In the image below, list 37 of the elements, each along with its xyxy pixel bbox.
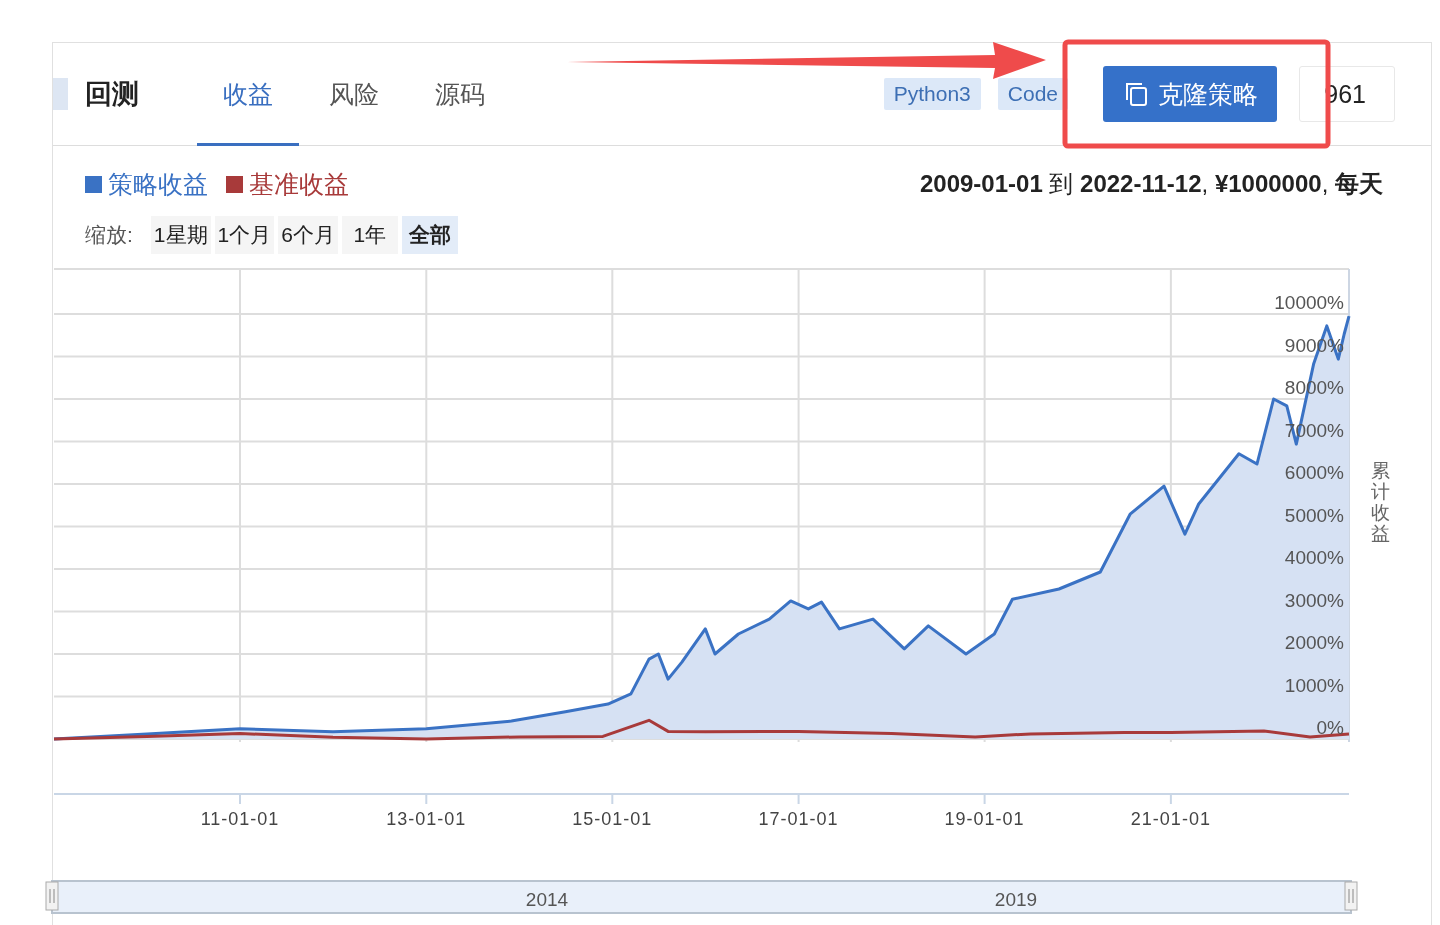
legend-item[interactable]: 基准收益 [226, 167, 349, 201]
y-tick-label: 6000% [1284, 462, 1344, 483]
legend-item[interactable]: 策略收益 [85, 167, 208, 201]
x-tick-label: 15-01-01 [572, 809, 653, 829]
x-tick-label: 17-01-01 [758, 809, 839, 829]
navigator-handle[interactable] [1344, 881, 1358, 911]
zoom-button[interactable]: 1个月 [214, 216, 275, 254]
x-tick-label: 21-01-01 [1130, 809, 1211, 829]
tab[interactable]: 风险 [303, 42, 405, 146]
tab[interactable]: 源码 [409, 42, 511, 146]
zoom-button[interactable]: 1年 [341, 216, 398, 254]
legend-label: 策略收益 [108, 168, 208, 200]
zoom-button[interactable]: 6个月 [278, 216, 338, 254]
backtest-summary: 2009-01-01 到 2022-11-12, ¥1000000, 每天 [919, 169, 1383, 199]
y-tick-label: 4000% [1284, 547, 1344, 568]
range-navigator[interactable] [51, 880, 1352, 914]
page-title: 回测 [85, 78, 139, 111]
zoom-button[interactable]: 全部 [401, 216, 458, 254]
y-tick-label: 1000% [1284, 674, 1344, 696]
y-tick-label: 10000% [1274, 292, 1344, 313]
legend-label: 基准收益 [249, 168, 349, 200]
y-axis-title: 累计收益 [1371, 459, 1390, 544]
y-tick-label: 0% [1316, 717, 1344, 738]
x-tick-label: 19-01-01 [944, 809, 1025, 829]
zoom-button[interactable]: 1星期 [150, 216, 211, 254]
y-tick-label: 2000% [1284, 632, 1344, 653]
y-tick-label: 3000% [1284, 589, 1344, 611]
language-tag: Python3 [883, 78, 981, 110]
navigator-label: 2019 [994, 889, 1038, 910]
navigator-handle[interactable] [45, 881, 59, 911]
navigator-label: 2014 [525, 889, 569, 910]
y-tick-label: 5000% [1284, 504, 1344, 526]
zoom-label: 缩放: [85, 222, 133, 248]
clone-button[interactable]: 克隆策略 [1103, 66, 1277, 122]
x-tick-label: 13-01-01 [386, 809, 467, 829]
x-tick-label: 11-01-01 [200, 809, 280, 829]
tab[interactable]: 收益 [197, 42, 299, 146]
